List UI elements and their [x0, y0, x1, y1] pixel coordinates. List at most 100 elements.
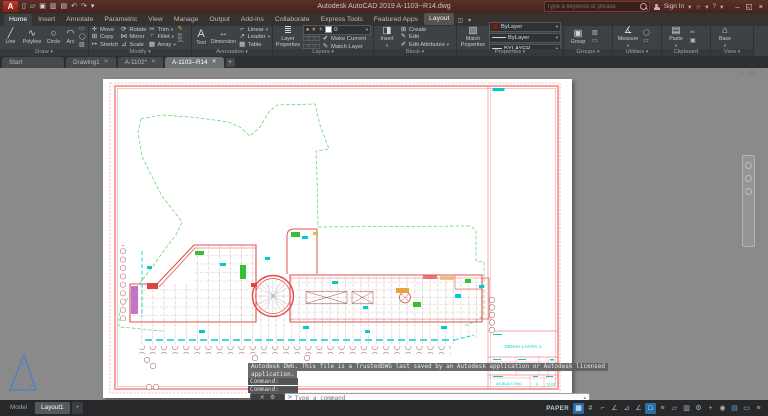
- file-tab-start[interactable]: Start: [2, 57, 64, 68]
- paste-button[interactable]: ▤ Paste ▾: [664, 26, 688, 49]
- paper-space-toggle[interactable]: PAPER: [546, 405, 569, 412]
- annotation-visibility-icon[interactable]: ◉: [717, 403, 728, 414]
- tab-manage[interactable]: Manage: [169, 14, 204, 26]
- undo-icon[interactable]: ↶: [71, 2, 77, 11]
- scale-button[interactable]: ⊿ Scale: [120, 42, 146, 49]
- signin-caret-icon[interactable]: ▾: [688, 3, 691, 11]
- doc-minimize-icon[interactable]: –: [740, 69, 744, 77]
- make-current-button[interactable]: ⬚⬚⬚ ✔ Make Current: [303, 36, 371, 43]
- sign-in-button[interactable]: Sign In: [664, 3, 684, 10]
- help-icon[interactable]: ?: [712, 3, 716, 10]
- layout1-tab[interactable]: Layout1: [35, 402, 69, 414]
- panel-label-view[interactable]: View ▾: [711, 49, 753, 56]
- tab-view[interactable]: View: [143, 14, 168, 26]
- panel-label-draw[interactable]: Draw ▾: [0, 49, 88, 56]
- osnap-tracking-toggle[interactable]: ∠: [633, 403, 644, 414]
- redo-icon[interactable]: ↷: [81, 2, 87, 11]
- file-tab-a1103-active[interactable]: A-1103--R14 ✕: [165, 57, 224, 68]
- join-tool-icon[interactable]: ⌒: [178, 42, 184, 49]
- command-input-field[interactable]: > ▴: [285, 393, 590, 400]
- insert-button[interactable]: ◨ Insert ▾: [376, 26, 398, 49]
- drawing-canvas[interactable]: DENAH LANTAI 1 AS BUILT DWG A 1103: [0, 68, 768, 400]
- edit-attributes-button[interactable]: ✐ Edit Attributes ▾: [400, 42, 449, 49]
- autodesk-app-store-icon[interactable]: ☆: [695, 3, 701, 11]
- group-button[interactable]: ▣ Group: [566, 29, 590, 46]
- tab-output[interactable]: Output: [204, 14, 234, 26]
- dimension-button[interactable]: ↔ Dimension: [210, 29, 237, 46]
- restore-icon[interactable]: ◱: [746, 2, 753, 11]
- tab-featured-apps[interactable]: Featured Apps: [369, 14, 423, 26]
- minimize-icon[interactable]: –: [735, 2, 739, 11]
- panel-label-utilities[interactable]: Utilities ▾: [613, 49, 661, 56]
- create-block-button[interactable]: ⊞ Create: [400, 27, 449, 34]
- base-button[interactable]: ⌂ Base ▾: [713, 26, 737, 49]
- layer-properties-button[interactable]: ≣ Layer Properties: [275, 26, 301, 48]
- tab-parametric[interactable]: Parametric: [99, 14, 142, 26]
- qat-dropdown-icon[interactable]: ▾: [91, 2, 95, 11]
- copy-clip-icon[interactable]: ▣: [690, 38, 696, 45]
- polar-tracking-toggle[interactable]: ∠: [609, 403, 620, 414]
- hatch-tool-icon[interactable]: ▨: [79, 42, 86, 49]
- transparency-toggle[interactable]: ▱: [669, 403, 680, 414]
- isodraft-toggle[interactable]: ⊿: [621, 403, 632, 414]
- polyline-button[interactable]: ∿ Polyline: [21, 29, 43, 46]
- doc-close-icon[interactable]: ×: [760, 69, 764, 77]
- close-icon[interactable]: ×: [759, 2, 763, 11]
- grid-display-toggle[interactable]: ▦: [573, 403, 584, 414]
- lineweight-dropdown[interactable]: ByLayer ▾: [489, 33, 561, 43]
- close-tab-icon[interactable]: ✕: [104, 57, 109, 68]
- help-search-box[interactable]: [544, 1, 650, 12]
- measure-button[interactable]: ∡ Measure ▾: [615, 26, 641, 49]
- match-properties-button[interactable]: ▧ Match Properties: [459, 26, 487, 48]
- ribbon-display-icon[interactable]: ◫: [455, 17, 465, 26]
- edit-block-button[interactable]: ✎ Edit: [400, 34, 449, 41]
- annotation-scale-icon[interactable]: +: [705, 403, 716, 414]
- circle-button[interactable]: ○ Circle: [45, 29, 62, 46]
- command-history-caret-icon[interactable]: ▴: [583, 395, 586, 400]
- panel-label-layers[interactable]: Layers ▾: [273, 49, 373, 56]
- help-caret-icon[interactable]: ▾: [720, 3, 723, 11]
- id-point-icon[interactable]: ▭: [643, 38, 650, 45]
- tab-add-ins[interactable]: Add-ins: [236, 14, 269, 26]
- open-icon[interactable]: ▱: [30, 2, 35, 11]
- line-button[interactable]: ╱ Line: [2, 29, 19, 46]
- ungroup-icon[interactable]: ▨: [592, 30, 598, 37]
- clean-screen-icon[interactable]: ▭: [741, 403, 752, 414]
- object-snap-toggle[interactable]: □: [645, 403, 656, 414]
- doc-restore-icon[interactable]: ◱: [749, 69, 755, 77]
- layer-dropdown[interactable]: ● ☀ ☀ 0 ▾: [303, 25, 371, 35]
- fillet-button[interactable]: ◜ Fillet ▾: [148, 34, 175, 41]
- close-tab-icon[interactable]: ✕: [212, 57, 217, 68]
- fade-tool-icon[interactable]: ▒: [178, 34, 184, 41]
- tab-insert[interactable]: Insert: [33, 14, 60, 26]
- new-layout-button[interactable]: +: [72, 402, 84, 414]
- layout-paper[interactable]: DENAH LANTAI 1 AS BUILT DWG A 1103: [103, 79, 572, 398]
- table-button[interactable]: ▦ Table: [239, 42, 270, 49]
- object-color-dropdown[interactable]: ByLayer ▾: [489, 22, 561, 32]
- array-button[interactable]: ▦ Array ▾: [148, 42, 175, 49]
- quick-select-icon[interactable]: ◯: [643, 30, 650, 37]
- workspace-switching-icon[interactable]: ⚙: [693, 403, 704, 414]
- command-input[interactable]: [295, 395, 581, 401]
- panel-label-annotation[interactable]: Annotation ▾: [192, 49, 272, 56]
- selection-cycling-toggle[interactable]: ▥: [681, 403, 692, 414]
- panel-label-block[interactable]: Block ▾: [374, 49, 456, 56]
- save-as-icon[interactable]: ▥: [50, 2, 57, 11]
- pan-icon[interactable]: [745, 175, 752, 182]
- new-icon[interactable]: ▯: [22, 2, 26, 11]
- group-edit-icon[interactable]: ▭: [592, 38, 598, 45]
- plot-icon[interactable]: ▤: [61, 2, 68, 11]
- panel-label-groups[interactable]: Groups ▾: [564, 49, 612, 56]
- ortho-mode-toggle[interactable]: ⌐: [597, 403, 608, 414]
- zoom-icon[interactable]: [745, 188, 752, 195]
- command-close-icon[interactable]: ✕: [260, 394, 265, 400]
- tab-home[interactable]: Home: [4, 14, 32, 26]
- stretch-button[interactable]: ↦ Stretch: [91, 42, 118, 49]
- search-input[interactable]: [547, 4, 640, 10]
- isolate-objects-icon[interactable]: ▤: [729, 403, 740, 414]
- lineweight-toggle[interactable]: ≡: [657, 403, 668, 414]
- app-menu-button[interactable]: A: [3, 1, 18, 12]
- save-icon[interactable]: ▣: [39, 2, 46, 11]
- cut-icon[interactable]: ✂: [690, 30, 696, 37]
- close-tab-icon[interactable]: ✕: [151, 57, 156, 68]
